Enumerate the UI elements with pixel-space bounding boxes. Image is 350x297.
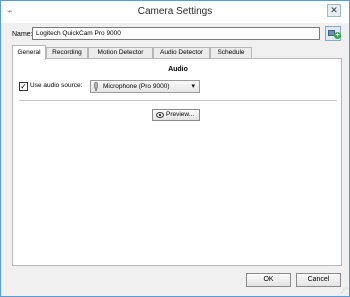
microphone-stand: [95, 89, 97, 91]
close-button[interactable]: ✕: [327, 4, 341, 17]
section-divider: [19, 100, 337, 101]
camera-name-input[interactable]: Logitech QuickCam Pro 9000: [32, 27, 320, 40]
preview-button-label: Preview...: [166, 111, 195, 118]
preview-button[interactable]: Preview...: [152, 109, 200, 121]
name-label: Name:: [12, 31, 33, 38]
use-audio-checkbox[interactable]: ✓: [19, 82, 28, 91]
resize-grip-icon[interactable]: ⋰: [341, 287, 347, 294]
cancel-button[interactable]: Cancel: [296, 273, 341, 287]
general-tab-panel: Audio ✓ Use audio source: Microphone (Pr…: [12, 58, 342, 266]
audio-section-title: Audio: [168, 66, 188, 73]
use-audio-label: Use audio source:: [30, 82, 83, 89]
audio-source-value: Microphone (Pro 9000): [103, 83, 170, 90]
audio-source-select[interactable]: Microphone (Pro 9000) ▾: [90, 80, 200, 93]
camera-settings-window: ⌁ Camera Settings ✕ Name: Logitech Quick…: [0, 0, 350, 297]
tab-general[interactable]: General: [12, 45, 46, 60]
ok-button[interactable]: OK: [246, 273, 291, 287]
eye-icon: [156, 112, 164, 118]
title-bar: ⌁ Camera Settings ✕: [1, 1, 349, 23]
chevron-down-icon: ▾: [191, 83, 195, 90]
window-title: Camera Settings: [137, 6, 213, 17]
add-camera-icon: +: [334, 32, 341, 39]
microphone-icon: [94, 82, 98, 89]
add-camera-button[interactable]: +: [325, 26, 341, 41]
